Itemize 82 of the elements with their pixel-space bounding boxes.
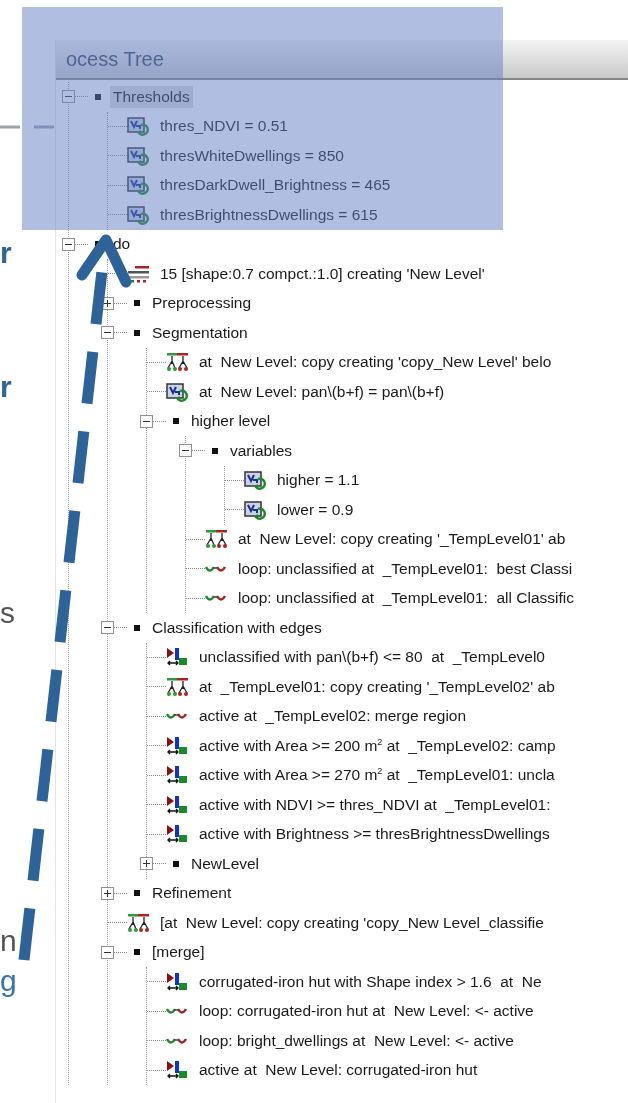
tree-item[interactable]: lower = 0.9	[274, 498, 357, 521]
expander-toggle[interactable]	[140, 414, 153, 428]
expander-toggle[interactable]	[140, 857, 153, 871]
tree-item[interactable]: NewLevel	[188, 852, 263, 875]
tree-item[interactable]: active at New Level: corrugated-iron hut	[196, 1059, 481, 1082]
tree-item[interactable]: active with Brightness >= thresBrightnessDwellings	[196, 823, 553, 846]
expander-toggle[interactable]	[62, 237, 75, 251]
variable-icon	[127, 204, 150, 225]
bullet-icon	[134, 329, 140, 336]
tree-item[interactable]: loop: unclassified at _TempLevel01: all Classific	[235, 587, 577, 610]
copy-level-icon	[205, 529, 228, 550]
classify-icon	[166, 971, 189, 992]
tree-item[interactable]: active with Area >= 200 m$^{2}$ at _TempLevel02: camp	[196, 734, 559, 757]
variable-icon	[127, 116, 150, 137]
expander-toggle[interactable]	[179, 444, 192, 458]
variable-icon	[244, 499, 267, 520]
tree-item[interactable]: active with NDVI >= thres_NDVI at _TempLevel01:	[196, 793, 554, 816]
variable-icon	[127, 145, 150, 166]
tree-item[interactable]: Classification with edges	[149, 616, 325, 639]
bullet-icon	[95, 93, 101, 100]
tree-item[interactable]: unclassified with pan\(b+f) <= 80 at _TempLevel0	[196, 646, 548, 669]
bullet-icon	[134, 300, 140, 307]
tree-item[interactable]: at New Level: copy creating '_TempLevel01' ab	[235, 528, 569, 551]
variable-icon	[244, 470, 267, 491]
variable-icon	[127, 175, 150, 196]
tree-item[interactable]: variables	[227, 439, 296, 462]
expander-toggle[interactable]	[101, 621, 114, 635]
tree-item[interactable]: Segmentation	[149, 321, 251, 344]
tree-item[interactable]: at New Level: pan\(b+f) = pan\(b+f)	[196, 380, 448, 403]
tree-item[interactable]: active at _TempLevel02: merge region	[196, 705, 470, 728]
slide-text: r	[0, 372, 12, 402]
copy-level-icon	[166, 676, 189, 697]
tree-item[interactable]: active with Area >= 270 m$^{2}$ at _TempLevel01: uncla	[196, 764, 558, 787]
panel-title: ocess Tree	[66, 47, 164, 71]
merge-icon	[205, 594, 228, 603]
bullet-icon	[134, 624, 140, 631]
tree-item[interactable]: do	[110, 233, 134, 256]
tree-item[interactable]: thresDarkDwell_Brightness = 465	[157, 174, 394, 197]
tree-item[interactable]: thresBrightnessDwellings = 615	[157, 203, 381, 226]
merge-icon	[166, 712, 189, 721]
tree-item[interactable]: [merge]	[149, 941, 208, 964]
bullet-icon	[134, 949, 140, 956]
segmentation-icon	[127, 263, 150, 284]
slide-text: r	[0, 238, 12, 268]
bullet-icon	[173, 418, 179, 425]
classify-icon	[166, 647, 189, 668]
tree-item[interactable]: loop: corrugated-iron hut at New Level: <- active	[196, 1000, 537, 1023]
slide-text: s	[0, 598, 15, 628]
tree-item[interactable]: thresWhiteDwellings = 850	[157, 144, 347, 167]
slide-text: n	[0, 926, 17, 956]
tree-item[interactable]: higher level	[188, 410, 274, 433]
copy-level-icon	[166, 352, 189, 373]
tree-item[interactable]: thres_NDVI = 0.51	[157, 115, 291, 138]
classify-icon	[166, 735, 189, 756]
tree-item[interactable]: 15 [shape:0.7 compct.:1.0] creating 'New Level'	[157, 262, 488, 285]
variable-icon	[166, 381, 189, 402]
tree-item[interactable]: Thresholds	[110, 85, 193, 108]
expander-toggle[interactable]	[101, 886, 114, 900]
classify-icon	[166, 765, 189, 786]
expander-toggle[interactable]	[101, 326, 114, 340]
bullet-icon	[212, 447, 218, 454]
bullet-icon	[134, 890, 140, 897]
copy-level-icon	[127, 912, 150, 933]
classify-icon	[166, 1060, 189, 1081]
tree-item[interactable]: at New Level: copy creating 'copy_New Level' belo	[196, 351, 555, 374]
expander-toggle[interactable]	[62, 90, 75, 104]
tree-item[interactable]: loop: unclassified at _TempLevel01: best Classi	[235, 557, 576, 580]
tree-item[interactable]: at _TempLevel01: copy creating '_TempLevel02' ab	[196, 675, 558, 698]
tree-item[interactable]: [at New Level: copy creating 'copy_New Level_classifie	[157, 911, 547, 934]
merge-icon	[166, 1036, 189, 1045]
tree-item[interactable]: corrugated-iron hut with Shape index > 1.6 at Ne	[196, 970, 545, 993]
tree-item[interactable]: Preprocessing	[149, 292, 255, 315]
expander-toggle[interactable]	[101, 945, 114, 959]
classify-icon	[166, 824, 189, 845]
tree-item[interactable]: loop: bright_dwellings at New Level: <- active	[196, 1029, 517, 1052]
slide-text: g	[0, 966, 17, 996]
tree-item[interactable]: higher = 1.1	[274, 469, 363, 492]
classify-icon	[166, 794, 189, 815]
merge-icon	[166, 1007, 189, 1016]
bullet-icon	[173, 860, 179, 867]
merge-icon	[205, 564, 228, 573]
tree-item[interactable]: Refinement	[149, 882, 235, 905]
